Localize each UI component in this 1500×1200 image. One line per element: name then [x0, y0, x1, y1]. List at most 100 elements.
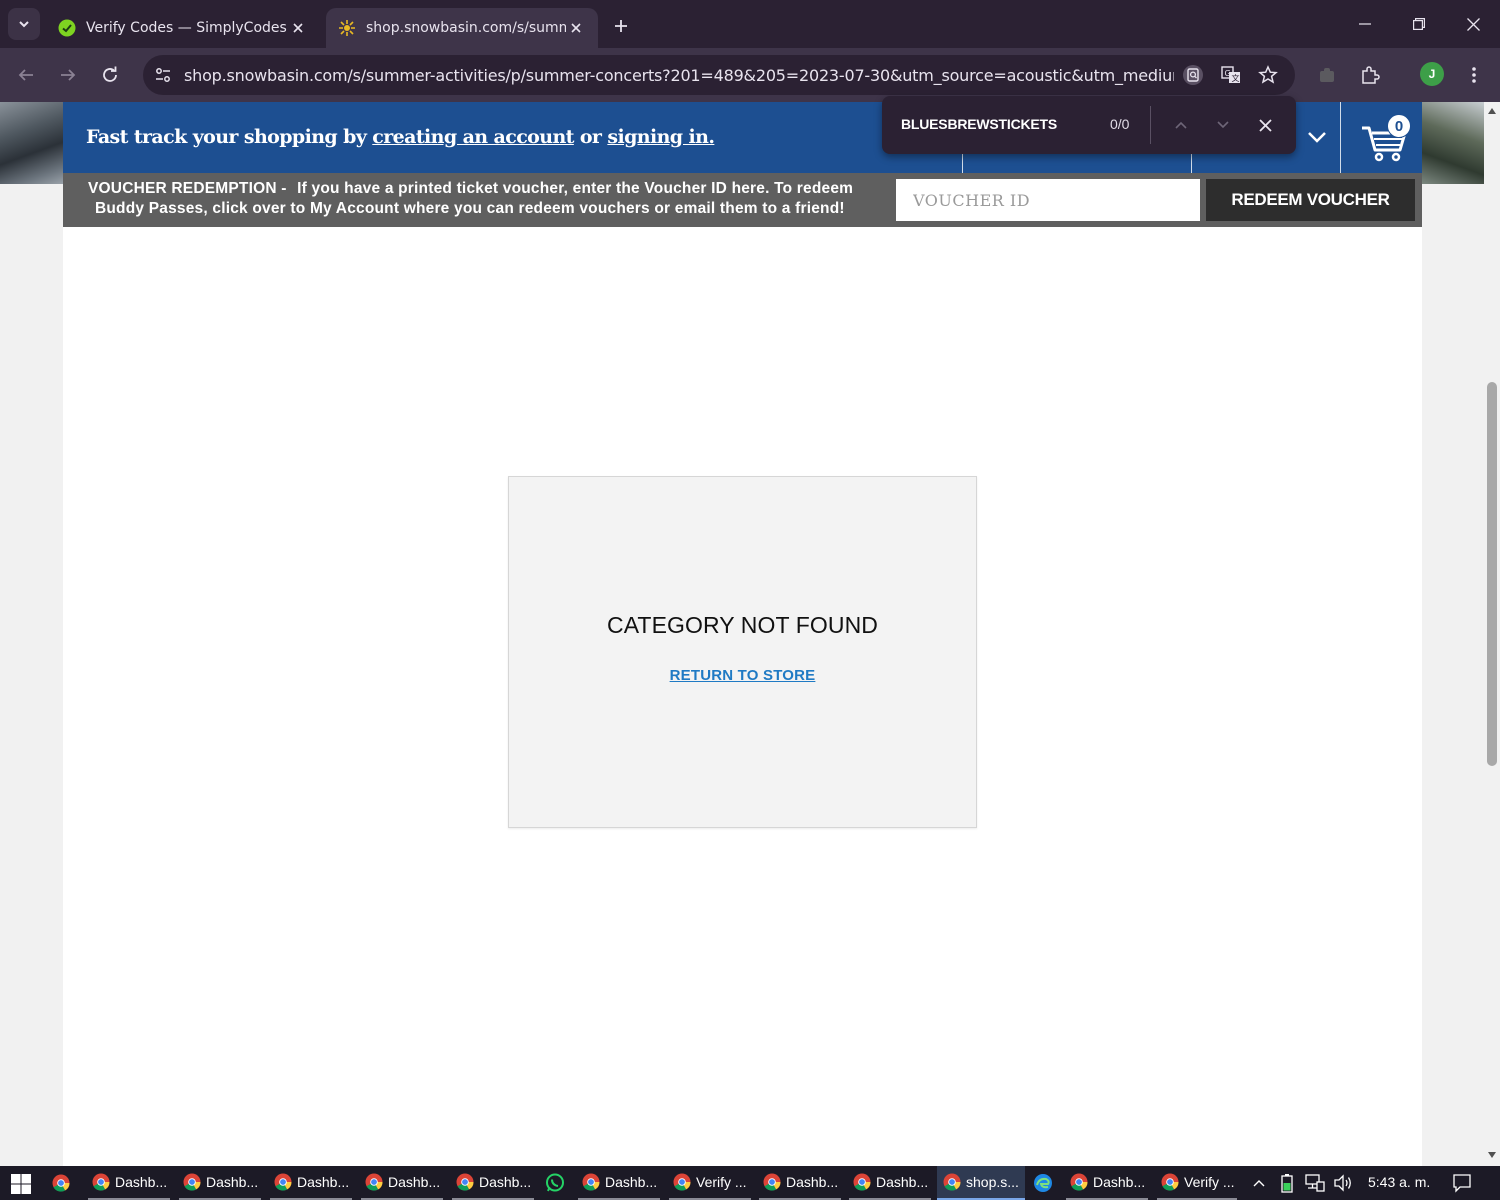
edge-icon: [1034, 1174, 1052, 1192]
puzzle-icon: [1362, 66, 1380, 84]
chrome-icon: [673, 1173, 691, 1191]
tab-close-icon[interactable]: [566, 18, 586, 38]
scroll-down-arrow[interactable]: [1487, 1150, 1497, 1160]
site-info-button[interactable]: [149, 61, 177, 89]
address-bar[interactable]: shop.snowbasin.com/s/summer-activities/p…: [143, 55, 1295, 95]
chrome-icon: [763, 1173, 781, 1191]
page-scrollbar[interactable]: [1484, 102, 1500, 1166]
account-prompt-or: or: [579, 126, 602, 148]
tab-snowbasin[interactable]: shop.snowbasin.com/s/summer-activities: [326, 8, 598, 48]
svg-text:文: 文: [1232, 73, 1240, 83]
scroll-up-arrow[interactable]: [1487, 106, 1497, 116]
page-search-button[interactable]: [1179, 61, 1207, 89]
redeem-voucher-button[interactable]: REDEEM VOUCHER: [1206, 179, 1415, 221]
taskbar-item[interactable]: Verify ...: [1157, 1166, 1237, 1200]
voucher-instructions: VOUCHER REDEMPTION - If you have a print…: [88, 179, 878, 219]
triangle-down-icon: [1488, 1152, 1496, 1158]
taskbar-clock[interactable]: 5:43 a. m.: [1368, 1174, 1430, 1190]
reload-button[interactable]: [93, 58, 127, 92]
taskbar-item[interactable]: Dashb...: [759, 1166, 841, 1200]
close-window-button[interactable]: [1446, 0, 1500, 48]
header-dropdown-button[interactable]: [1299, 122, 1335, 152]
close-icon: [1466, 17, 1480, 31]
chevron-down-icon: [1217, 121, 1229, 129]
tray-volume[interactable]: [1331, 1166, 1355, 1200]
extensions-menu-button[interactable]: [1355, 60, 1385, 90]
scroll-thumb[interactable]: [1487, 382, 1497, 766]
tab-title: Verify Codes — SimplyCodes: [86, 20, 287, 36]
browser-menu-button[interactable]: [1459, 60, 1489, 90]
sign-in-link[interactable]: signing in.: [607, 126, 715, 148]
restore-button[interactable]: [1392, 0, 1446, 48]
tray-overflow-button[interactable]: [1249, 1166, 1269, 1200]
browser-toolbar: shop.snowbasin.com/s/summer-activities/p…: [0, 48, 1500, 102]
taskbar-item[interactable]: Dashb...: [270, 1166, 352, 1200]
taskbar-item-label: Dashb...: [115, 1174, 168, 1190]
chrome-icon: [183, 1173, 201, 1191]
taskbar-item[interactable]: Dashb...: [849, 1166, 931, 1200]
arrow-right-icon: [61, 69, 76, 81]
store-content: Fast track your shopping by creating an …: [63, 102, 1422, 1166]
volume-icon: [1334, 1174, 1351, 1192]
extension-button[interactable]: [1312, 60, 1342, 90]
cart-count-badge[interactable]: 0: [1387, 114, 1411, 138]
taskbar-item-label: Dashb...: [297, 1174, 350, 1190]
windows-taskbar: Dashb... Dashb... Dashb... Dashb... Dash…: [0, 1166, 1500, 1200]
account-prompt-prefix: Fast track your shopping by: [86, 126, 367, 148]
taskbar-item-active[interactable]: shop.s...: [937, 1166, 1025, 1200]
plus-icon: [615, 20, 627, 32]
url-text[interactable]: shop.snowbasin.com/s/summer-activities/p…: [184, 66, 1174, 85]
chrome-icon: [1161, 1173, 1179, 1191]
battery-icon: [1281, 1174, 1293, 1193]
taskbar-edge[interactable]: [1033, 1166, 1057, 1200]
tab-verify-codes[interactable]: Verify Codes — SimplyCodes: [46, 8, 320, 48]
taskbar-item[interactable]: Dashb...: [179, 1166, 261, 1200]
create-account-link[interactable]: creating an account: [372, 126, 574, 148]
bookmark-button[interactable]: [1254, 61, 1282, 89]
windows-start-icon[interactable]: [10, 1173, 32, 1195]
arrow-left-icon: [18, 69, 33, 81]
profile-avatar[interactable]: J: [1420, 62, 1444, 86]
find-next-button[interactable]: [1209, 111, 1237, 139]
tray-battery[interactable]: [1276, 1166, 1298, 1200]
find-query-input[interactable]: BLUESBREWSTICKETS: [901, 116, 1057, 132]
taskbar-item-label: shop.s...: [966, 1174, 1019, 1190]
chrome-icon: [92, 1173, 110, 1191]
chrome-icon: [853, 1173, 871, 1191]
voucher-id-input[interactable]: [896, 179, 1200, 221]
taskbar-item[interactable]: Verify ...: [669, 1166, 751, 1200]
whatsapp-icon: [546, 1173, 564, 1192]
tab-close-icon[interactable]: [288, 18, 308, 38]
chrome-icon: [943, 1173, 961, 1191]
taskbar-chrome-pinned[interactable]: [52, 1166, 78, 1200]
notification-center-button[interactable]: [1448, 1166, 1476, 1200]
voucher-line-2: Buddy Passes, click over to My Account w…: [95, 200, 845, 217]
find-previous-button[interactable]: [1167, 111, 1195, 139]
taskbar-item[interactable]: Dashb...: [578, 1166, 660, 1200]
back-button[interactable]: [9, 58, 43, 92]
chrome-icon: [582, 1173, 600, 1191]
minimize-button[interactable]: [1338, 0, 1392, 48]
search-page-icon: [1183, 65, 1203, 85]
tab-search-button[interactable]: [8, 8, 40, 40]
reload-icon: [103, 66, 117, 82]
translate-button[interactable]: G文: [1217, 61, 1245, 89]
forward-button[interactable]: [51, 58, 85, 92]
tray-network[interactable]: [1303, 1166, 1327, 1200]
chrome-icon: [274, 1173, 292, 1191]
taskbar-whatsapp[interactable]: [545, 1166, 569, 1200]
taskbar-item[interactable]: Dashb...: [88, 1166, 170, 1200]
taskbar-item[interactable]: Dashb...: [361, 1166, 443, 1200]
taskbar-item[interactable]: Dashb...: [1066, 1166, 1148, 1200]
new-tab-button[interactable]: [607, 12, 635, 40]
taskbar-item-label: Dashb...: [479, 1174, 532, 1190]
taskbar-item[interactable]: Dashb...: [452, 1166, 534, 1200]
voucher-label: VOUCHER REDEMPTION -: [88, 180, 287, 197]
find-close-button[interactable]: [1251, 111, 1279, 139]
simplycodes-favicon-icon: [58, 19, 76, 37]
snowbasin-favicon-icon: [339, 20, 355, 36]
return-to-store-link[interactable]: RETURN TO STORE: [509, 667, 976, 684]
voucher-line-1: If you have a printed ticket voucher, en…: [297, 180, 854, 197]
chevron-up-icon: [1253, 1180, 1265, 1187]
find-divider: [1150, 106, 1151, 144]
